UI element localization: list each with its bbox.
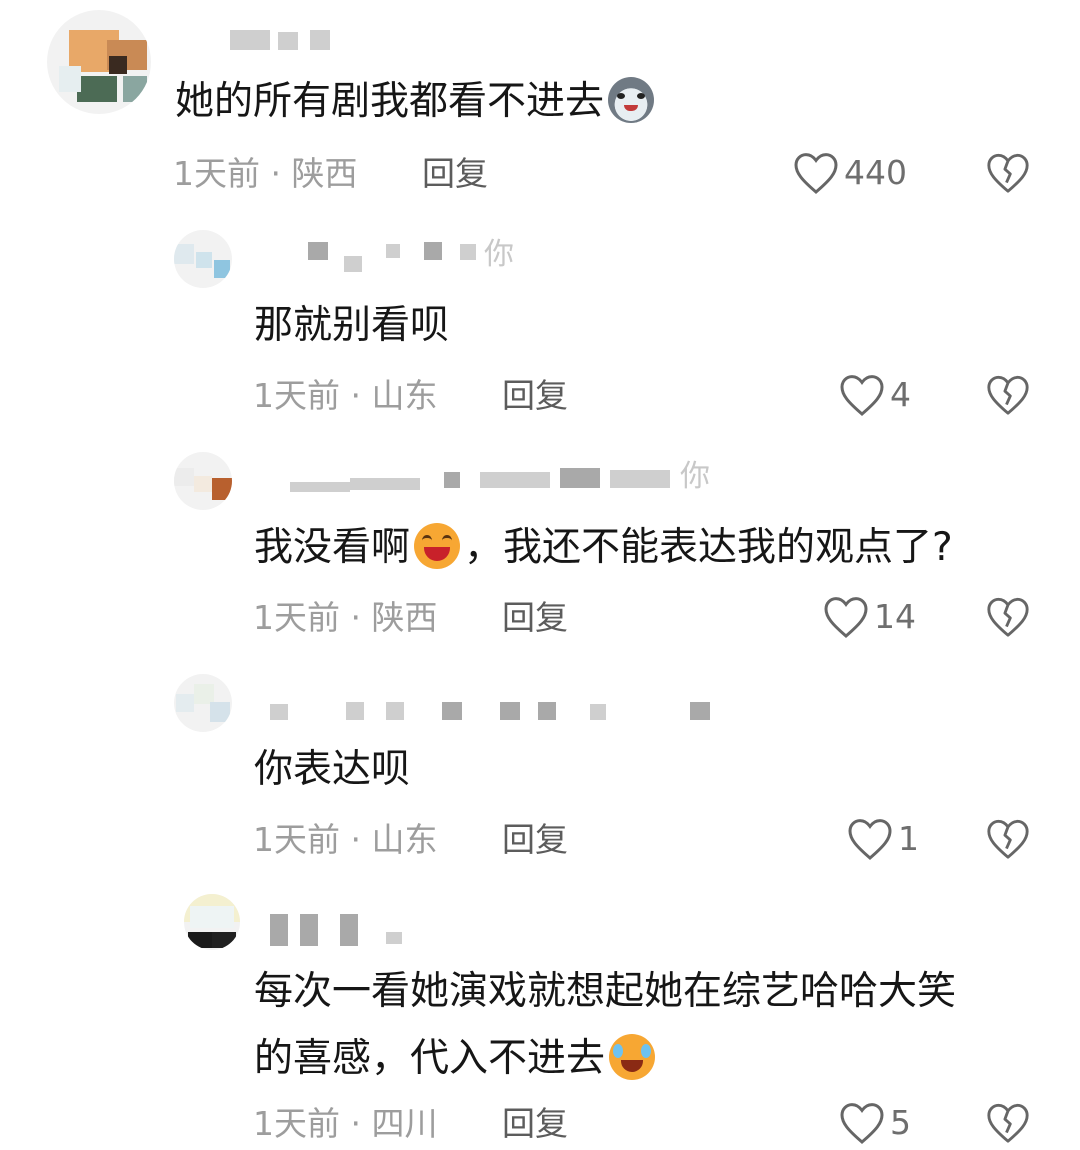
username[interactable]: 你	[290, 462, 740, 492]
reply-button[interactable]: 回复	[502, 598, 568, 638]
like-count: 5	[890, 1103, 911, 1142]
comment-meta: 1天前 · 山东	[253, 376, 438, 415]
reply-button[interactable]: 回复	[502, 820, 568, 860]
username-tail: 你	[680, 459, 710, 494]
comment-meta: 1天前 · 陕西	[173, 154, 358, 193]
heart-icon	[840, 375, 884, 416]
avatar[interactable]	[174, 230, 232, 288]
comment-text: 你表达呗	[254, 747, 411, 792]
broken-heart-icon	[987, 597, 1029, 637]
like-button[interactable]: 4	[838, 372, 911, 418]
dislike-button[interactable]	[985, 816, 1031, 862]
heart-icon	[794, 153, 838, 194]
like-count: 14	[874, 597, 916, 636]
dislike-button[interactable]	[985, 372, 1031, 418]
like-button[interactable]: 1	[846, 816, 919, 862]
avatar[interactable]	[47, 10, 151, 114]
broken-heart-icon	[987, 375, 1029, 415]
avatar[interactable]	[184, 894, 240, 950]
comment-text: 我没看啊 ，我还不能表达我的观点了?	[254, 522, 953, 574]
heart-icon	[848, 819, 892, 860]
comment-text-line: 每次一看她演戏就想起她在综艺哈哈大笑	[254, 969, 957, 1014]
like-button[interactable]: 5	[838, 1100, 911, 1146]
username[interactable]	[270, 700, 730, 730]
avatar[interactable]	[174, 452, 232, 510]
like-count: 1	[898, 819, 919, 858]
like-count: 4	[890, 375, 911, 414]
username[interactable]: 你	[300, 237, 520, 272]
heart-icon	[840, 1103, 884, 1144]
wolf-face-emoji	[608, 76, 655, 123]
grinning-squint-emoji	[414, 522, 461, 569]
broken-heart-icon	[987, 1103, 1029, 1143]
comment-text: 她的所有剧我都看不进去	[175, 76, 658, 128]
broken-heart-icon	[987, 819, 1029, 859]
reply-button[interactable]: 回复	[422, 154, 488, 194]
comment-text: 每次一看她演戏就想起她在综艺哈哈大笑 的喜感，代入不进去	[254, 966, 956, 1085]
reply-button[interactable]: 回复	[502, 1104, 568, 1144]
like-button[interactable]: 440	[792, 150, 907, 196]
reply-button[interactable]: 回复	[502, 376, 568, 416]
dislike-button[interactable]	[985, 150, 1031, 196]
dislike-button[interactable]	[985, 1100, 1031, 1146]
username-tail: 你	[484, 237, 514, 272]
dislike-button[interactable]	[985, 594, 1031, 640]
like-button[interactable]: 14	[822, 594, 916, 640]
crying-laughing-emoji	[609, 1033, 656, 1080]
broken-heart-icon	[987, 153, 1029, 193]
username[interactable]	[230, 26, 340, 56]
comment-meta: 1天前 · 陕西	[253, 598, 438, 637]
comment-meta: 1天前 · 四川	[253, 1104, 438, 1143]
heart-icon	[824, 597, 868, 638]
comment-text: 那就别看呗	[254, 303, 450, 348]
username[interactable]	[270, 912, 410, 946]
comment-text-line: 的喜感，代入不进去	[254, 1033, 956, 1085]
avatar[interactable]	[174, 674, 232, 732]
comment-meta: 1天前 · 山东	[253, 820, 438, 859]
like-count: 440	[844, 153, 907, 192]
